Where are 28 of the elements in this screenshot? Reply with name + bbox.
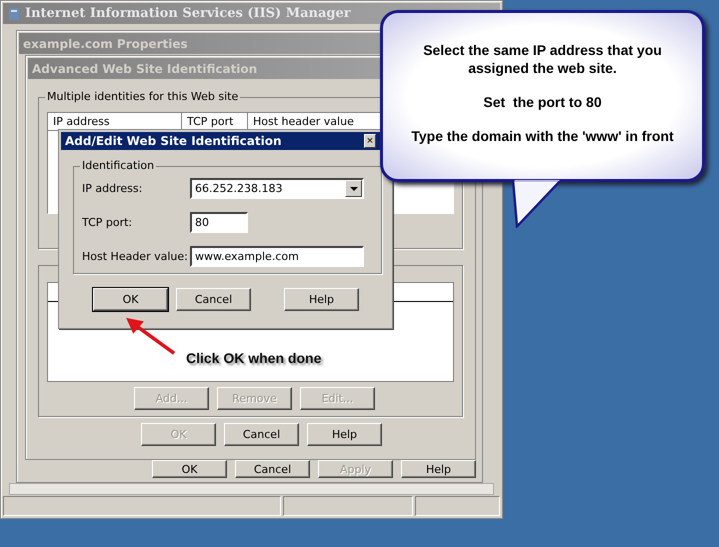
field-label: Host Header value: bbox=[82, 250, 189, 263]
dropdown-arrow-icon bbox=[350, 186, 358, 190]
dialog-button[interactable]: Cancel bbox=[224, 423, 299, 446]
pointer-arrow bbox=[124, 316, 178, 356]
ip-dropdown[interactable]: 66.252.238.183 bbox=[190, 178, 364, 199]
dialog-button[interactable]: OK bbox=[93, 288, 168, 311]
dialog-button[interactable]: Cancel bbox=[235, 460, 310, 478]
callout-text: Select the same IP address that you assigned the web site. bbox=[422, 41, 663, 77]
group-label: Identification bbox=[80, 159, 156, 172]
dialog-button[interactable]: Help bbox=[284, 288, 359, 311]
field-label: IP address: bbox=[82, 182, 144, 195]
window-title: Add/Edit Web Site Identification bbox=[65, 134, 282, 148]
dialog-button[interactable]: Help bbox=[401, 460, 476, 478]
dialog-button[interactable]: Help bbox=[307, 423, 382, 446]
close-button[interactable]: × bbox=[364, 134, 376, 148]
window-title: Advanced Web Site Identification bbox=[32, 62, 258, 76]
window-title: Internet Information Services (IIS) Manager bbox=[25, 6, 351, 21]
dialog-button[interactable]: OK bbox=[152, 460, 227, 478]
server-icon bbox=[7, 6, 21, 20]
group-label: Multiple identities for this Web site bbox=[45, 90, 240, 103]
dialog-button[interactable]: Cancel bbox=[176, 288, 251, 311]
field-label: TCP port: bbox=[82, 216, 134, 229]
input-field[interactable]: www.example.com bbox=[190, 246, 364, 267]
horizontal-scrollbar[interactable] bbox=[9, 483, 494, 495]
instruction-text: Click OK when done bbox=[186, 350, 322, 366]
input-field[interactable]: 80 bbox=[190, 212, 248, 233]
window-title: example.com Properties bbox=[23, 36, 188, 50]
callout-text: Set the port to 80 bbox=[482, 93, 603, 111]
